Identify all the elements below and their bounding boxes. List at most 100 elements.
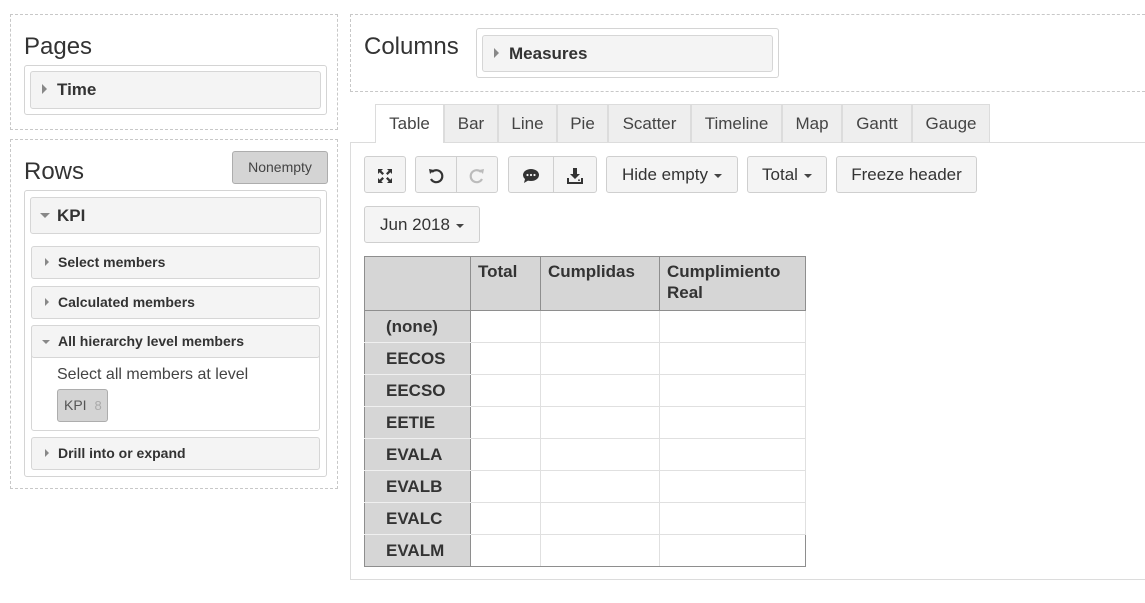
columns-dimension-measures[interactable]: Measures — [482, 35, 773, 72]
pages-drop-zone: Time — [24, 65, 327, 115]
row-header[interactable]: EECSO — [364, 374, 471, 407]
columns-panel: Columns Measures — [350, 14, 1145, 92]
hide-empty-dropdown[interactable]: Hide empty — [606, 156, 738, 193]
all-level-members-section[interactable]: All hierarchy level members — [31, 325, 320, 358]
table-cell — [470, 406, 541, 439]
fullscreen-icon — [378, 168, 392, 183]
tab-bar[interactable]: Bar — [444, 104, 498, 142]
level-hint: Select all members at level — [57, 366, 249, 383]
column-header-total[interactable]: Total — [470, 256, 541, 311]
results-table: Total Cumplidas Cumplimiento Real (none)… — [364, 256, 806, 567]
table-row: EECSO — [364, 374, 806, 407]
level-chip-label: KPI — [64, 397, 87, 413]
row-header[interactable]: EECOS — [364, 342, 471, 375]
caret-right-icon — [494, 48, 499, 58]
tab-gantt[interactable]: Gantt — [842, 104, 912, 142]
pages-title: Pages — [24, 33, 93, 60]
rows-panel: Rows Nonempty KPI Select members Calcula… — [10, 139, 338, 489]
corner-header — [364, 256, 471, 311]
row-header[interactable]: EVALA — [364, 438, 471, 471]
all-level-members-box: All hierarchy level members Select all m… — [31, 325, 320, 431]
caret-right-icon — [45, 258, 49, 266]
table-row: (none) — [364, 310, 806, 343]
table-row: EETIE — [364, 406, 806, 439]
row-header[interactable]: EVALC — [364, 502, 471, 535]
rows-dimension-kpi[interactable]: KPI — [30, 197, 321, 234]
calculated-members-section[interactable]: Calculated members — [31, 286, 320, 319]
freeze-header-button[interactable]: Freeze header — [836, 156, 977, 193]
caret-down-icon — [42, 340, 50, 344]
tab-table[interactable]: Table — [375, 104, 444, 143]
tab-pie[interactable]: Pie — [557, 104, 608, 142]
redo-button[interactable] — [456, 156, 498, 193]
level-chip-count: 8 — [94, 398, 102, 413]
row-header[interactable]: (none) — [364, 310, 471, 343]
columns-title: Columns — [364, 33, 459, 60]
undo-button[interactable] — [415, 156, 457, 193]
table-cell — [659, 406, 806, 439]
table-row: EECOS — [364, 342, 806, 375]
nonempty-button[interactable]: Nonempty — [232, 151, 328, 184]
table-cell — [659, 470, 806, 503]
table-cell — [470, 342, 541, 375]
table-cell — [659, 310, 806, 343]
table-cell — [540, 534, 660, 567]
table-cell — [659, 438, 806, 471]
table-cell — [470, 374, 541, 407]
period-dropdown[interactable]: Jun 2018 — [364, 206, 480, 243]
table-row: EVALA — [364, 438, 806, 471]
download-icon — [567, 167, 583, 184]
table-cell — [540, 406, 660, 439]
caret-down-icon — [803, 173, 812, 178]
column-header-cumplimiento-real[interactable]: Cumplimiento Real — [659, 256, 806, 311]
table-cell — [540, 438, 660, 471]
download-button[interactable] — [553, 156, 597, 193]
total-label: Total — [762, 165, 798, 184]
table-cell — [540, 374, 660, 407]
select-members-label: Select members — [58, 254, 166, 270]
tab-scatter[interactable]: Scatter — [608, 104, 691, 142]
row-header[interactable]: EVALM — [364, 534, 471, 567]
all-level-members-label: All hierarchy level members — [58, 333, 244, 349]
table-cell — [470, 438, 541, 471]
table-cell — [659, 534, 806, 567]
fullscreen-button[interactable] — [364, 156, 406, 193]
caret-right-icon — [45, 449, 49, 457]
tab-map[interactable]: Map — [782, 104, 842, 142]
pages-panel: Pages Time — [10, 14, 338, 130]
row-header[interactable]: EVALB — [364, 470, 471, 503]
drill-expand-label: Drill into or expand — [58, 445, 186, 461]
table-cell — [540, 310, 660, 343]
table-cell — [470, 534, 541, 567]
hide-empty-label: Hide empty — [622, 165, 708, 184]
caret-down-icon — [455, 223, 464, 228]
table-cell — [470, 470, 541, 503]
table-cell — [540, 342, 660, 375]
table-cell — [540, 470, 660, 503]
column-header-cumplidas[interactable]: Cumplidas — [540, 256, 660, 311]
redo-icon — [469, 168, 484, 183]
pages-dimension-time[interactable]: Time — [30, 71, 321, 109]
comment-button[interactable] — [508, 156, 554, 193]
caret-right-icon — [42, 84, 47, 94]
tab-gauge[interactable]: Gauge — [912, 104, 990, 142]
undo-icon — [429, 168, 444, 183]
select-members-section[interactable]: Select members — [31, 246, 320, 279]
tab-line[interactable]: Line — [498, 104, 557, 142]
table-row: EVALM — [364, 534, 806, 567]
row-header[interactable]: EETIE — [364, 406, 471, 439]
columns-dimension-label: Measures — [509, 44, 588, 63]
table-row: EVALC — [364, 502, 806, 535]
tab-timeline[interactable]: Timeline — [691, 104, 782, 142]
drill-expand-section[interactable]: Drill into or expand — [31, 437, 320, 470]
rows-drop-zone: KPI Select members Calculated members Al… — [24, 190, 327, 477]
caret-right-icon — [45, 298, 49, 306]
level-chip-kpi[interactable]: KPI 8 — [57, 389, 108, 422]
table-cell — [470, 310, 541, 343]
rows-dimension-label: KPI — [57, 206, 86, 225]
total-dropdown[interactable]: Total — [747, 156, 827, 193]
table-cell — [659, 342, 806, 375]
table-cell — [659, 374, 806, 407]
columns-drop-zone: Measures — [476, 28, 779, 78]
table-row: EVALB — [364, 470, 806, 503]
